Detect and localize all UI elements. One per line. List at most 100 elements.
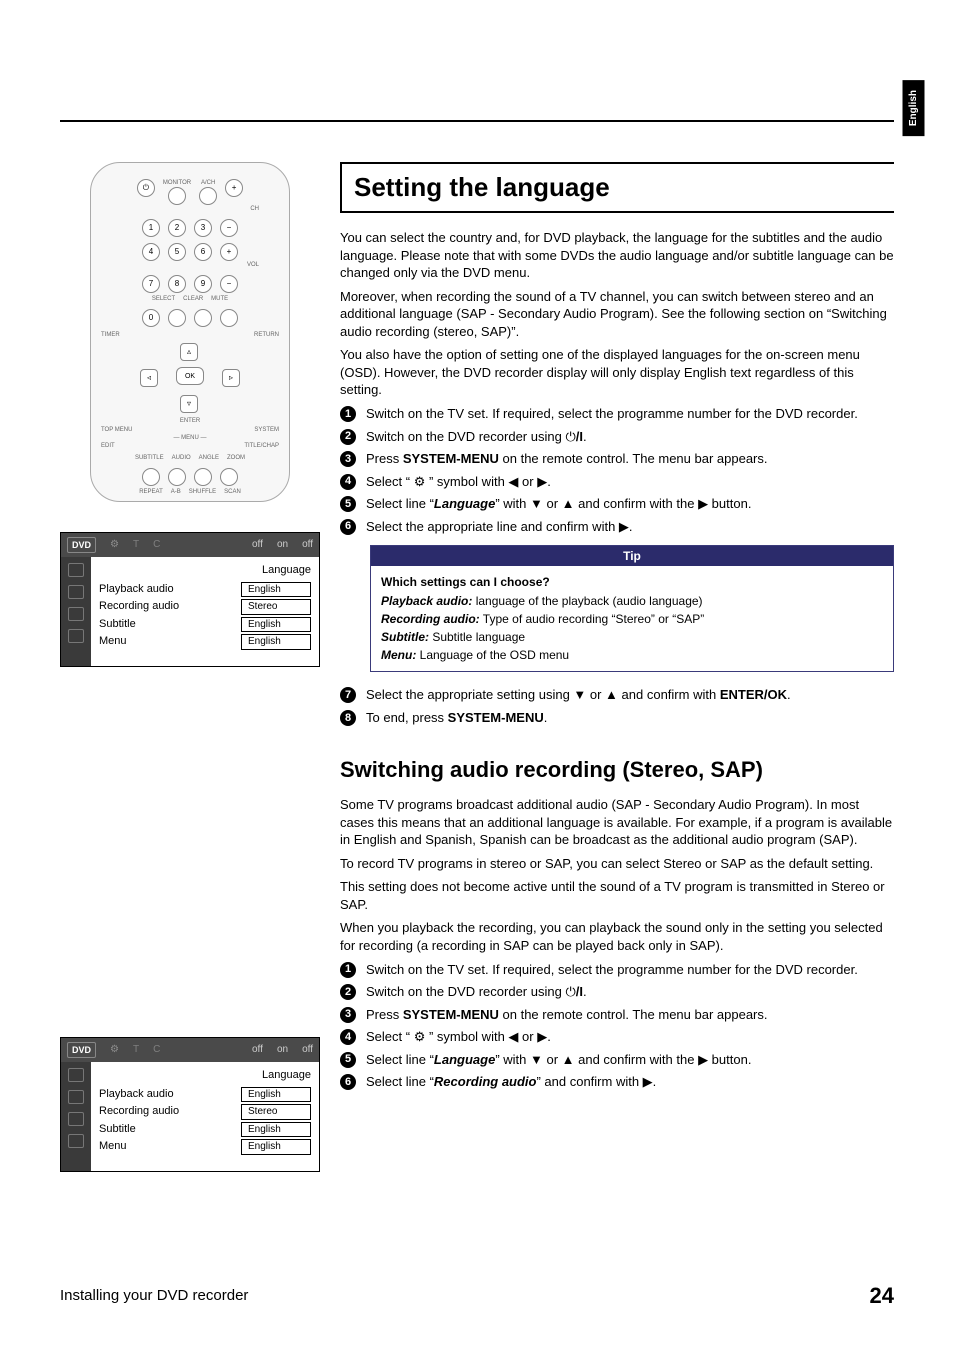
header-icon: ⚙ — [110, 538, 119, 552]
sidebar-icon — [68, 1112, 84, 1126]
intro-paragraph: To record TV programs in stereo or SAP, … — [340, 855, 894, 873]
left-column: ⏻ MONITOR A/CH + CH 1 2 3 − — [60, 162, 340, 1202]
osd-row: SubtitleEnglish — [99, 1122, 311, 1138]
tip-row: Recording audio: Type of audio recording… — [381, 611, 883, 627]
step-row: 4Select “ ⚙ ” symbol with ◀ or ▶. — [340, 473, 894, 491]
step-row: 5Select line “Language” with ▼ or ▲ and … — [340, 495, 894, 513]
osd-screenshot-2: DVD ⚙ TC off on off Language Playback au… — [60, 1037, 320, 1172]
right-column: Setting the language You can select the … — [340, 162, 894, 1202]
step-row: 1 Switch on the TV set. If required, sele… — [340, 405, 894, 423]
osd-header: DVD ⚙ TC off on off — [61, 533, 319, 557]
sidebar-icon — [68, 563, 84, 577]
step-number-icon: 5 — [340, 496, 356, 512]
remote-label: ANGLE — [199, 454, 219, 462]
step-number-icon: 1 — [340, 406, 356, 422]
osd-sidebar — [61, 557, 91, 666]
step-number-icon: 2 — [340, 429, 356, 445]
remote-button — [168, 468, 186, 486]
step-text: Select line “Language” with ▼ or ▲ and c… — [366, 1051, 894, 1069]
header-icon: ⚙ — [110, 1043, 119, 1057]
tip-body: Which settings can I choose? Playback au… — [371, 566, 893, 671]
remote-label: SHUFFLE — [189, 488, 216, 496]
remote-label: SELECT — [152, 295, 175, 303]
osd-title: Language — [99, 563, 311, 578]
osd-title: Language — [99, 1068, 311, 1083]
remote-control-illustration: ⏻ MONITOR A/CH + CH 1 2 3 − — [90, 162, 290, 502]
remote-button — [142, 468, 160, 486]
sidebar-icon — [68, 585, 84, 599]
step-text: Switch on the DVD recorder using ⏻/I. — [366, 428, 894, 446]
section-title-setting-language: Setting the language — [340, 162, 894, 213]
remote-button: 2 — [168, 219, 186, 237]
remote-button: 8 — [168, 275, 186, 293]
sidebar-icon — [68, 1090, 84, 1104]
intro-paragraph: You also have the option of setting one … — [340, 346, 894, 399]
step-number-icon: 4 — [340, 474, 356, 490]
tip-question: Which settings can I choose? — [381, 575, 550, 589]
osd-screenshot-1: DVD ⚙ TC off on off Language Playback au… — [60, 532, 320, 667]
remote-button: 4 — [142, 243, 160, 261]
remote-button — [199, 187, 217, 205]
step-number-icon: 6 — [340, 1074, 356, 1090]
minus-icon: − — [220, 275, 238, 293]
osd-row: Playback audioEnglish — [99, 582, 311, 598]
osd-row: Playback audioEnglish — [99, 1087, 311, 1103]
intro-paragraph: This setting does not become active unti… — [340, 878, 894, 913]
remote-button — [194, 468, 212, 486]
tip-header: Tip — [371, 546, 893, 566]
remote-button: 6 — [194, 243, 212, 261]
remote-label: TIMER — [101, 331, 120, 339]
dvd-label: DVD — [67, 1042, 96, 1058]
right-icon: ▹ — [222, 369, 240, 387]
step-text: Switch on the TV set. If required, selec… — [366, 405, 894, 423]
remote-button — [194, 309, 212, 327]
intro-paragraph: Moreover, when recording the sound of a … — [340, 288, 894, 341]
content-area: ⏻ MONITOR A/CH + CH 1 2 3 − — [60, 162, 894, 1202]
header-value: off — [302, 538, 313, 552]
step-number-icon: 4 — [340, 1029, 356, 1045]
section-title-switching-audio: Switching audio recording (Stereo, SAP) — [340, 755, 894, 785]
sidebar-icon — [68, 629, 84, 643]
footer-chapter: Installing your DVD recorder — [60, 1286, 248, 1306]
power-icon: ⏻ — [137, 179, 155, 197]
tip-row: Menu: Language of the OSD menu — [381, 647, 883, 663]
header-value: on — [277, 1043, 288, 1057]
remote-label: ZOOM — [227, 454, 245, 462]
dvd-label: DVD — [67, 537, 96, 553]
page-number: 24 — [870, 1281, 894, 1311]
intro-paragraph: Some TV programs broadcast additional au… — [340, 796, 894, 849]
remote-button: 3 — [194, 219, 212, 237]
remote-button — [220, 309, 238, 327]
step-number-icon: 3 — [340, 1007, 356, 1023]
step-row: 5Select line “Language” with ▼ or ▲ and … — [340, 1051, 894, 1069]
tip-box: Tip Which settings can I choose? Playbac… — [370, 545, 894, 672]
osd-row: SubtitleEnglish — [99, 617, 311, 633]
remote-label: MONITOR — [163, 179, 191, 187]
header-value: off — [252, 538, 263, 552]
step-row: 3Press SYSTEM-MENU on the remote control… — [340, 1006, 894, 1024]
step-row: 7Select the appropriate setting using ▼ … — [340, 686, 894, 704]
remote-button: 1 — [142, 219, 160, 237]
up-icon: ▵ — [180, 343, 198, 361]
sidebar-icon — [68, 1134, 84, 1148]
step-text: Select line “Recording audio” and confir… — [366, 1073, 894, 1091]
remote-label: REPEAT — [139, 488, 163, 496]
remote-label: RETURN — [254, 331, 279, 339]
intro-paragraph: When you playback the recording, you can… — [340, 919, 894, 954]
header-value: off — [252, 1043, 263, 1057]
step-row: 2Switch on the DVD recorder using ⏻/I. — [340, 983, 894, 1001]
step-number-icon: 7 — [340, 687, 356, 703]
step-row: 6 Select line “Recording audio” and confi… — [340, 1073, 894, 1091]
step-row: 2 Switch on the DVD recorder using ⏻/I. — [340, 428, 894, 446]
remote-label: TOP MENU — [101, 426, 132, 434]
remote-label: ENTER — [101, 417, 279, 425]
osd-row: Recording audioStereo — [99, 599, 311, 615]
step-number-icon: 2 — [340, 984, 356, 1000]
step-text: Press SYSTEM-MENU on the remote control.… — [366, 450, 894, 468]
tip-row: Playback audio: language of the playback… — [381, 593, 883, 609]
step-number-icon: 8 — [340, 710, 356, 726]
step-text: Select “ ⚙ ” symbol with ◀ or ▶. — [366, 1028, 894, 1046]
sidebar-icon — [68, 607, 84, 621]
remote-label: CH — [101, 205, 259, 213]
step-row: 3Press SYSTEM-MENU on the remote control… — [340, 450, 894, 468]
